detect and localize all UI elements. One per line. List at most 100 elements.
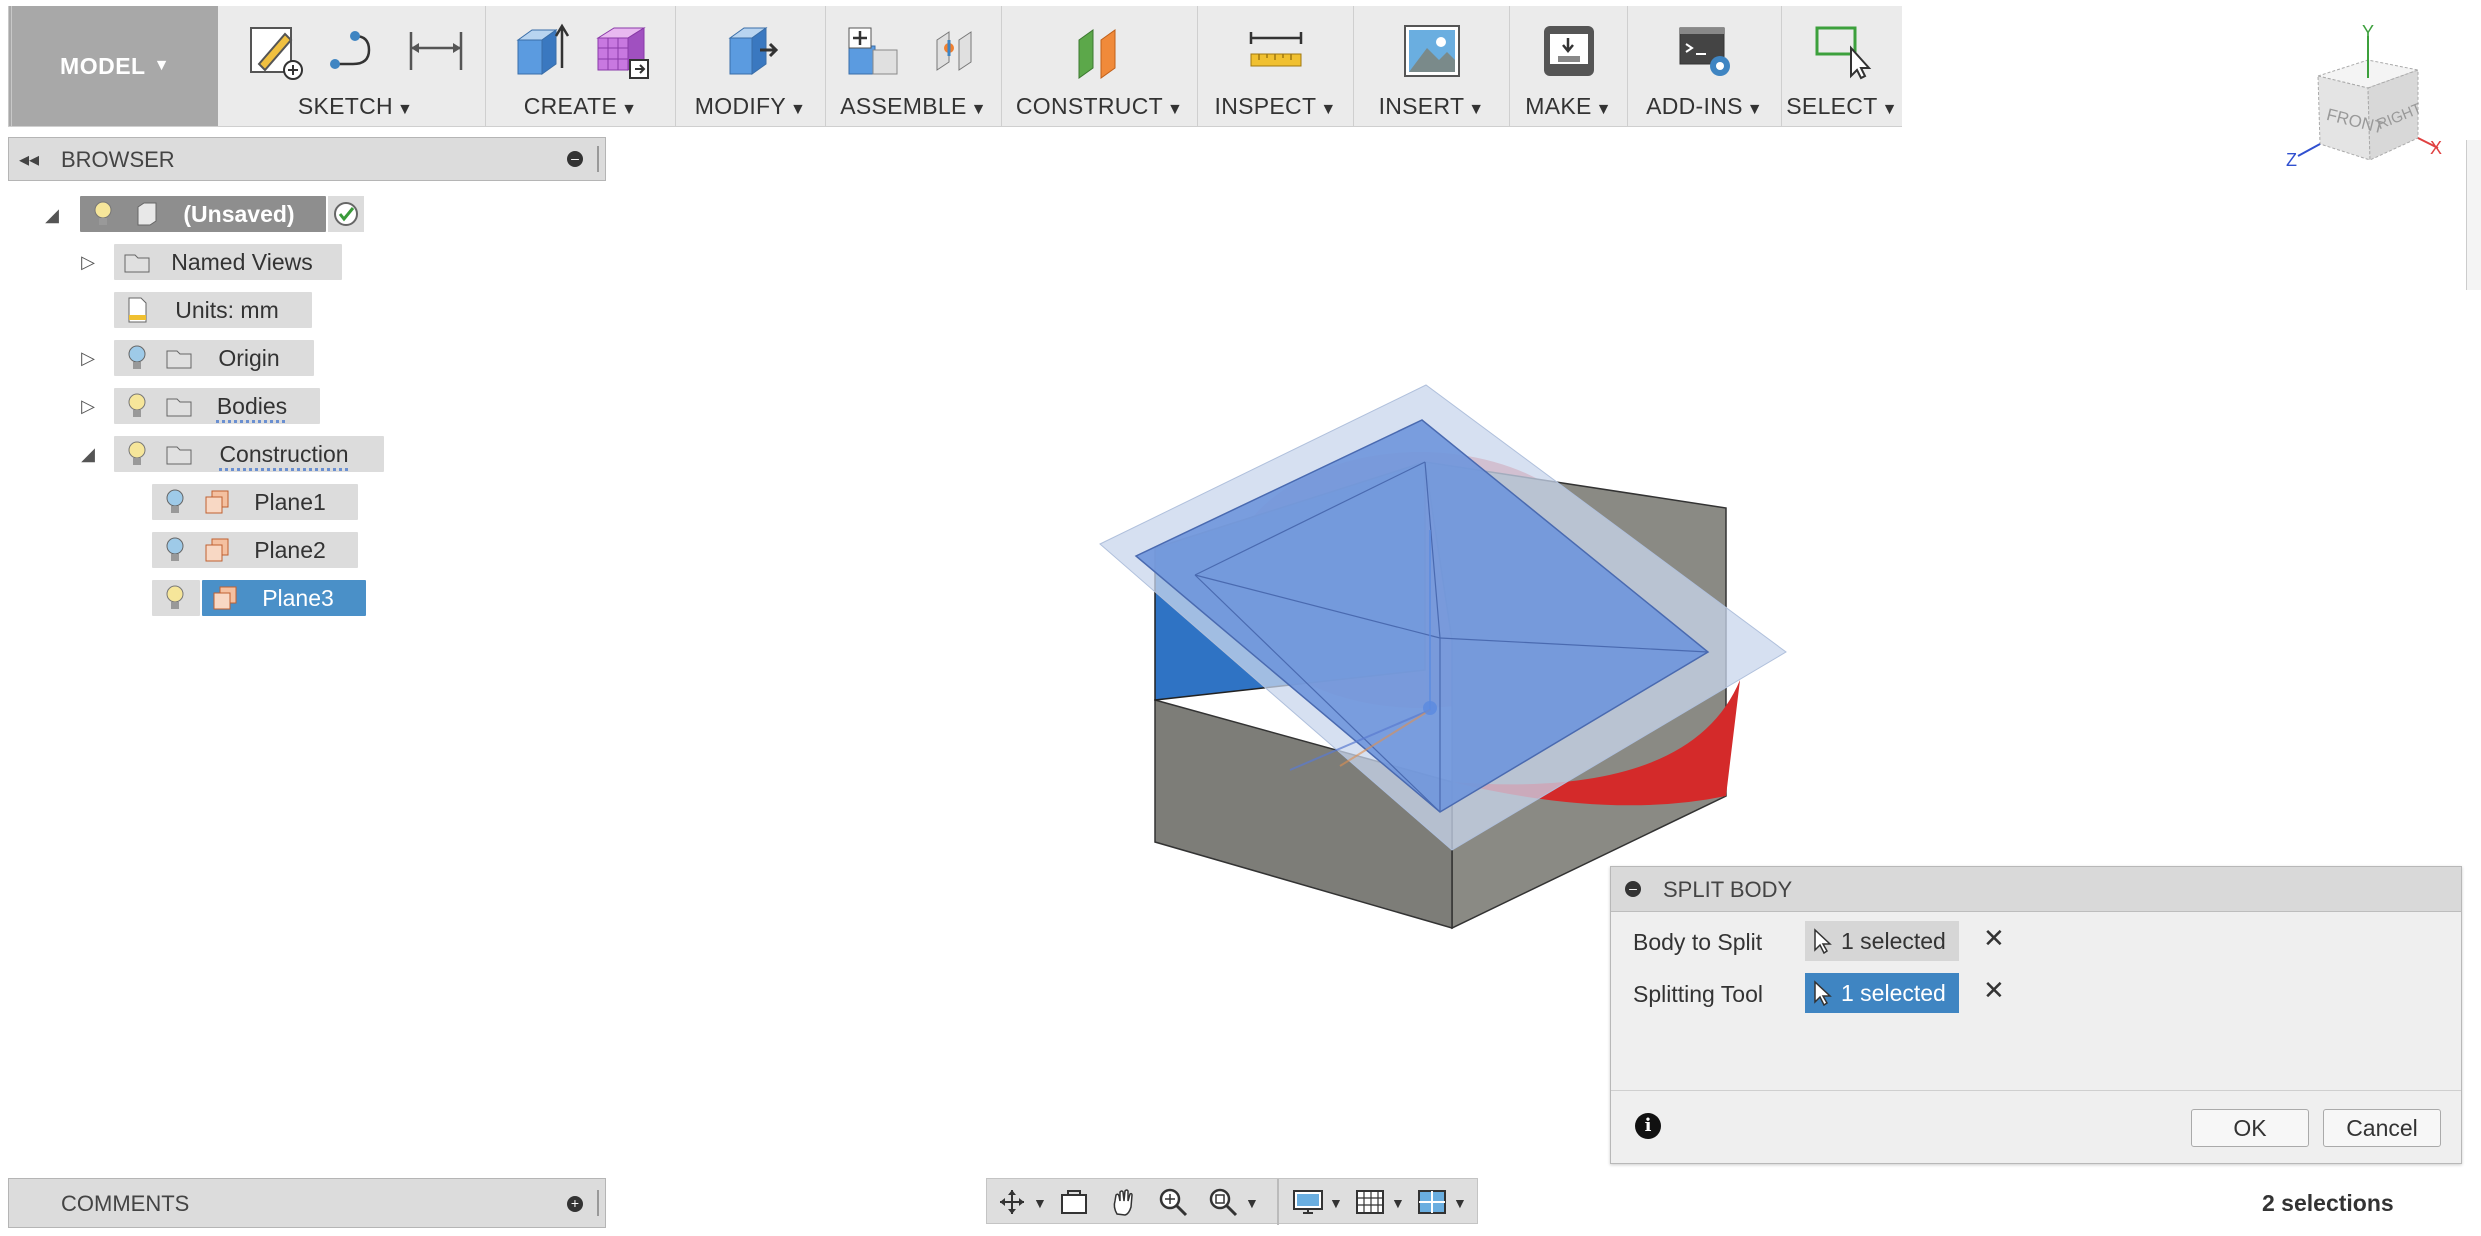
- toolbar-group-create[interactable]: CREATE ▼: [486, 6, 676, 126]
- expand-triangle-icon[interactable]: ▷: [78, 252, 98, 272]
- lightbulb-icon[interactable]: [122, 439, 152, 469]
- make-menu-label: MAKE: [1525, 93, 1592, 119]
- lightbulb-icon[interactable]: [160, 535, 190, 565]
- chevron-down-icon: ▼: [1166, 101, 1184, 118]
- fit-view-icon[interactable]: [1207, 1187, 1241, 1217]
- expand-comments-button[interactable]: +: [567, 1196, 583, 1212]
- browser-item-plane1[interactable]: Plane1: [152, 484, 358, 520]
- toolbar-group-construct[interactable]: CONSTRUCT ▼: [1002, 6, 1198, 126]
- browser-item-units[interactable]: Units: mm: [114, 292, 312, 328]
- insert-image-icon[interactable]: [1401, 20, 1463, 82]
- info-icon[interactable]: i: [1635, 1113, 1661, 1139]
- lightbulb-icon[interactable]: [88, 199, 118, 229]
- plane3-label: Plane3: [262, 584, 334, 611]
- chevron-down-icon: ▼: [970, 101, 987, 118]
- press-pull-icon[interactable]: [720, 20, 782, 82]
- splitting-tool-selector[interactable]: 1 selected: [1805, 973, 1959, 1013]
- browser-item-construction[interactable]: Construction: [114, 436, 384, 472]
- browser-item-named-views[interactable]: Named Views: [114, 244, 342, 280]
- comments-panel-header[interactable]: COMMENTS +: [8, 1178, 606, 1228]
- browser-item-origin[interactable]: Origin: [114, 340, 314, 376]
- display-settings-icon[interactable]: [1291, 1187, 1325, 1217]
- offset-plane-icon[interactable]: [1069, 20, 1131, 82]
- chevron-down-icon[interactable]: ▼: [1453, 1195, 1467, 1211]
- chevron-down-icon: ▼: [396, 101, 414, 118]
- lightbulb-icon[interactable]: [160, 583, 190, 613]
- expand-triangle-icon[interactable]: ▷: [78, 348, 98, 368]
- view-cube[interactable]: FRONT RIGHT Y X Z: [2268, 20, 2448, 180]
- toolbar-group-make[interactable]: MAKE ▼: [1510, 6, 1628, 126]
- workspace-switcher[interactable]: MODEL ▼: [8, 6, 218, 126]
- sketch-menu-label: SKETCH: [297, 93, 393, 119]
- workspace-label: MODEL: [60, 52, 146, 79]
- viewport-model[interactable]: [1090, 380, 1790, 940]
- chevron-down-icon[interactable]: ▼: [1329, 1195, 1343, 1211]
- select-menu-label: SELECT: [1786, 93, 1878, 119]
- expand-triangle-icon[interactable]: ▷: [78, 396, 98, 416]
- lightbulb-icon[interactable]: [122, 391, 152, 421]
- axis-z-label: Z: [2286, 150, 2297, 170]
- browser-item-plane2[interactable]: Plane2: [152, 532, 358, 568]
- construct-menu-label: CONSTRUCT: [1015, 93, 1163, 119]
- toolbar-group-modify[interactable]: MODIFY ▼: [676, 6, 826, 126]
- collapse-triangle-icon[interactable]: ◢: [78, 444, 98, 464]
- dialog-footer: i OK Cancel: [1611, 1090, 2461, 1163]
- chevron-down-icon[interactable]: ▼: [1391, 1195, 1405, 1211]
- browser-root-node[interactable]: (Unsaved): [80, 196, 326, 232]
- construction-plane-icon: [205, 538, 229, 562]
- plane1-label: Plane1: [254, 488, 326, 515]
- pan-hand-icon[interactable]: [1107, 1187, 1141, 1217]
- scripts-addins-icon[interactable]: [1674, 20, 1736, 82]
- measure-icon[interactable]: [1245, 20, 1307, 82]
- collapse-triangle-icon[interactable]: ◢: [42, 205, 62, 225]
- lightbulb-icon[interactable]: [122, 343, 152, 373]
- create-sketch-icon[interactable]: [245, 20, 307, 82]
- chevron-down-icon[interactable]: ▼: [1245, 1195, 1259, 1211]
- extrude-icon[interactable]: [510, 20, 572, 82]
- browser-item-plane3[interactable]: Plane3: [202, 580, 366, 616]
- plane3-visibility[interactable]: [152, 580, 200, 616]
- plane2-label: Plane2: [254, 536, 326, 563]
- cancel-button[interactable]: Cancel: [2323, 1109, 2441, 1147]
- window-select-icon[interactable]: [1811, 20, 1873, 82]
- document-icon: [137, 202, 157, 226]
- clear-body-selection-icon[interactable]: ✕: [1983, 923, 2005, 954]
- create-menu-label: CREATE: [523, 93, 618, 119]
- chevron-down-icon: ▼: [621, 101, 638, 118]
- origin-label: Origin: [218, 344, 280, 371]
- toolbar-group-insert[interactable]: INSERT ▼: [1354, 6, 1510, 126]
- ok-button[interactable]: OK: [2191, 1109, 2309, 1147]
- browser-panel-header: ◂◂ BROWSER –: [8, 137, 606, 181]
- new-component-icon[interactable]: [843, 20, 905, 82]
- clear-tool-selection-icon[interactable]: ✕: [1983, 975, 2005, 1006]
- panel-grip-icon[interactable]: [597, 146, 599, 172]
- body-to-split-selector[interactable]: 1 selected: [1805, 921, 1959, 961]
- origin-point: [1423, 701, 1437, 715]
- zoom-icon[interactable]: [1157, 1187, 1191, 1217]
- toolbar-group-select[interactable]: SELECT ▼: [1782, 6, 1902, 126]
- viewports-icon[interactable]: [1415, 1187, 1449, 1217]
- toolbar-group-add-ins[interactable]: ADD-INS ▼: [1628, 6, 1782, 126]
- toolbar-group-assemble[interactable]: ASSEMBLE ▼: [826, 6, 1002, 126]
- body-to-split-label: Body to Split: [1633, 929, 1763, 955]
- 3d-print-icon[interactable]: [1538, 20, 1600, 82]
- browser-item-bodies[interactable]: Bodies: [114, 388, 320, 424]
- look-at-icon[interactable]: [1057, 1187, 1091, 1217]
- cursor-arrow-icon: [1814, 980, 1832, 1006]
- panel-grip-icon[interactable]: [597, 1190, 599, 1216]
- collapse-dialog-button[interactable]: –: [1625, 881, 1641, 897]
- units-document-icon: [128, 297, 147, 323]
- chevron-down-icon[interactable]: ▼: [1033, 1195, 1047, 1211]
- toolbar-group-inspect[interactable]: INSPECT ▼: [1198, 6, 1354, 126]
- grid-settings-icon[interactable]: [1353, 1187, 1387, 1217]
- toolbar-group-sketch[interactable]: SKETCH ▼: [226, 6, 486, 126]
- lightbulb-icon[interactable]: [160, 487, 190, 517]
- dimension-tool-icon[interactable]: [405, 20, 467, 82]
- form-icon[interactable]: [590, 20, 652, 82]
- construction-label: Construction: [219, 440, 349, 467]
- line-tool-icon[interactable]: [325, 20, 387, 82]
- minimize-browser-button[interactable]: –: [567, 151, 583, 167]
- collapse-panel-icon[interactable]: ◂◂: [19, 147, 39, 172]
- orbit-icon[interactable]: [995, 1187, 1029, 1217]
- joint-icon[interactable]: [923, 20, 985, 82]
